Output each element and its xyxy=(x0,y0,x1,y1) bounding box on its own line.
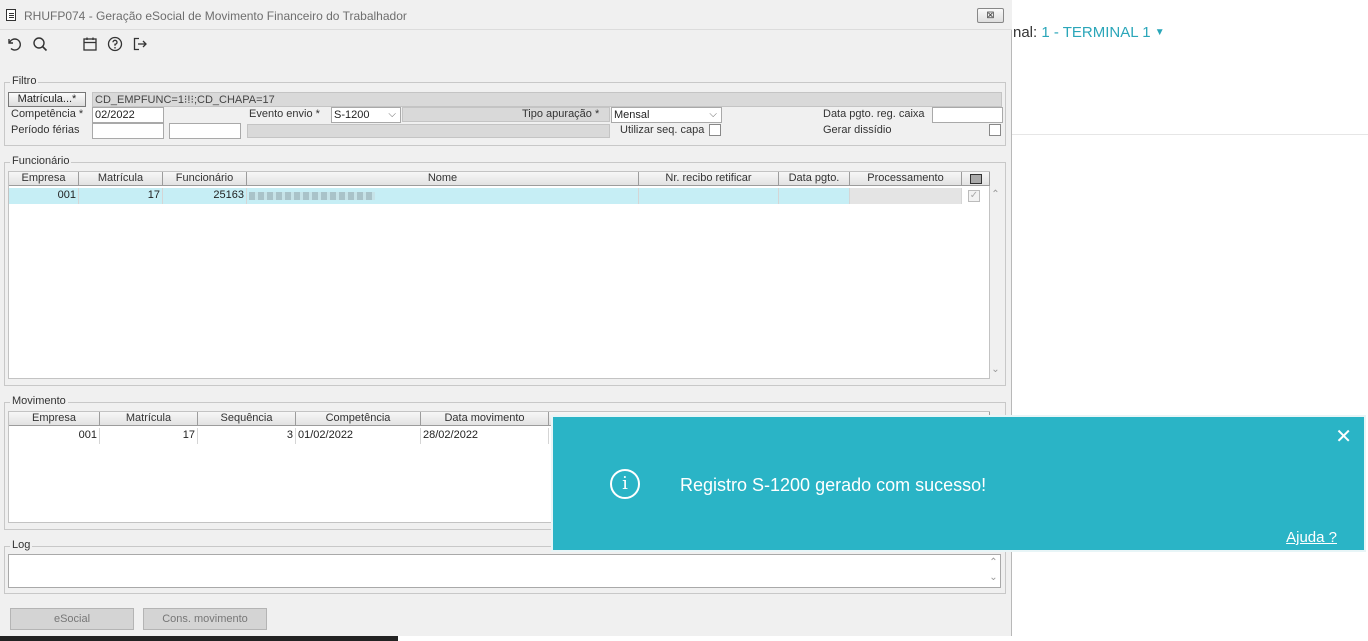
help-link[interactable]: Ajuda ? xyxy=(1286,529,1337,546)
cell-empresa: 001 xyxy=(9,428,100,444)
cell-data-movimento: 28/02/2022 xyxy=(421,428,549,444)
help-icon[interactable] xyxy=(105,36,125,54)
undo-icon[interactable] xyxy=(4,36,24,54)
data-pgto-input[interactable] xyxy=(932,107,1003,123)
window-close-button[interactable]: ⊠ xyxy=(977,8,1004,23)
esocial-button[interactable]: eSocial xyxy=(10,608,134,630)
terminal-value[interactable]: 1 - TERMINAL 1 xyxy=(1041,24,1150,41)
terminal-prefix: nal: xyxy=(1013,24,1038,41)
caret-down-icon[interactable]: ▼ xyxy=(1155,27,1165,38)
evento-label: Evento envio * xyxy=(249,108,320,120)
background-subheader xyxy=(1012,70,1368,135)
close-icon[interactable]: ✕ xyxy=(1335,424,1352,449)
column-header[interactable]: Data movimento xyxy=(421,412,549,426)
cell-processamento xyxy=(850,188,962,204)
toast-message: Registro S-1200 gerado com sucesso! xyxy=(680,475,987,495)
select-all-column-header[interactable] xyxy=(962,172,990,186)
window-title: RHUFP074 - Geração eSocial de Movimento … xyxy=(24,9,407,23)
funcionario-legend: Funcionário xyxy=(10,155,72,167)
column-header[interactable]: Competência xyxy=(296,412,421,426)
data-pgto-label: Data pgto. reg. caixa xyxy=(823,108,925,120)
column-header[interactable]: Nome xyxy=(247,172,639,186)
exit-icon[interactable] xyxy=(130,36,150,54)
evento-value: S-1200 xyxy=(334,109,370,121)
title-bar: RHUFP074 - Geração eSocial de Movimento … xyxy=(0,0,1012,30)
competencia-input[interactable]: 02/2022 xyxy=(92,107,164,123)
cell-nome xyxy=(247,188,639,204)
tipo-apuracao-value: Mensal xyxy=(614,109,650,121)
row-checkbox[interactable]: ✓ xyxy=(968,190,980,202)
document-icon xyxy=(6,9,16,21)
chevron-down-icon: ⌵ xyxy=(709,109,717,120)
tipo-apuracao-label: Tipo apuração * xyxy=(522,108,600,120)
column-header[interactable]: Matrícula xyxy=(100,412,198,426)
checkbox-icon xyxy=(969,174,982,184)
cell-matricula: 17 xyxy=(79,188,163,204)
scroll-down-icon[interactable]: ⌄ xyxy=(986,572,1001,583)
cell-empresa: 001 xyxy=(9,188,79,204)
funcionario-grid: Empresa Matrícula Funcionário Nome Nr. r… xyxy=(8,171,990,379)
scroll-down-icon[interactable]: ⌄ xyxy=(988,364,1003,375)
column-header[interactable]: Processamento xyxy=(850,172,962,186)
matricula-filter-field: CD_EMPFUNC=1⁝!⁝;CD_CHAPA=17 xyxy=(92,92,1002,107)
periodo-ferias-label: Período férias xyxy=(11,124,80,136)
gerar-dissidio-label: Gerar dissídio xyxy=(823,124,892,136)
cell-matricula: 17 xyxy=(100,428,198,444)
periodo-description xyxy=(247,124,610,138)
column-header[interactable]: Funcionário xyxy=(163,172,247,186)
column-header[interactable]: Empresa xyxy=(9,172,79,186)
scroll-up-icon[interactable]: ⌃ xyxy=(986,557,1001,568)
column-header[interactable]: Matrícula xyxy=(79,172,163,186)
utilizar-seq-checkbox[interactable] xyxy=(709,124,721,136)
cons-movimento-button[interactable]: Cons. movimento xyxy=(143,608,267,630)
terminal-selector[interactable]: nal: 1 - TERMINAL 1 ▼ xyxy=(1013,24,1165,41)
periodo-fim-input[interactable] xyxy=(169,123,241,139)
search-icon[interactable] xyxy=(30,36,50,54)
calendar-icon[interactable] xyxy=(80,36,100,54)
column-header[interactable]: Nr. recibo retificar xyxy=(639,172,779,186)
cell-recibo[interactable] xyxy=(639,188,779,204)
matricula-button[interactable]: Matrícula...* xyxy=(8,92,86,107)
scroll-up-icon[interactable]: ⌃ xyxy=(988,189,1003,200)
periodo-inicio-input[interactable] xyxy=(92,123,164,139)
competencia-label: Competência * xyxy=(11,108,84,120)
filtro-legend: Filtro xyxy=(10,75,39,87)
gerar-dissidio-checkbox[interactable] xyxy=(989,124,1001,136)
utilizar-seq-label: Utilizar seq. capa xyxy=(620,124,705,136)
cell-funcionario: 25163 xyxy=(163,188,247,204)
movimento-legend: Movimento xyxy=(10,395,68,407)
log-legend: Log xyxy=(10,539,33,551)
column-header[interactable]: Sequência xyxy=(198,412,296,426)
column-header[interactable]: Empresa xyxy=(9,412,100,426)
cell-data-pgto[interactable] xyxy=(779,188,850,204)
taskbar-strip xyxy=(0,636,398,641)
chevron-down-icon: ⌵ xyxy=(388,109,396,120)
tipo-apuracao-select[interactable]: Mensal ⌵ xyxy=(611,107,722,123)
evento-select[interactable]: S-1200 ⌵ xyxy=(331,107,401,123)
info-icon: i xyxy=(610,469,640,499)
column-header[interactable]: Data pgto. xyxy=(779,172,850,186)
cell-competencia: 01/02/2022 xyxy=(296,428,421,444)
log-textarea[interactable] xyxy=(8,554,1001,588)
toolbar xyxy=(0,30,1012,60)
redacted-name xyxy=(249,192,375,200)
success-toast: ✕ i Registro S-1200 gerado com sucesso! … xyxy=(551,415,1366,552)
cell-sequencia: 3 xyxy=(198,428,296,444)
